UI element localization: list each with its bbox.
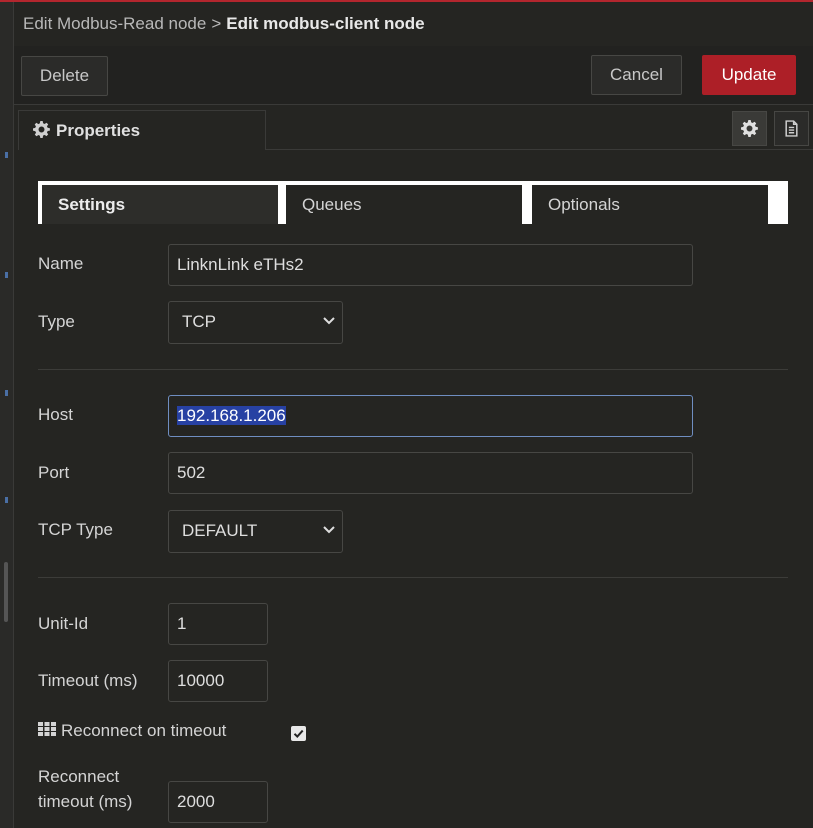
reconnect-timeout-label-line2: timeout (ms) — [38, 792, 133, 811]
breadcrumb: Edit Modbus-Read node > Edit modbus-client… — [23, 14, 425, 34]
timeout-label: Timeout (ms) — [38, 671, 138, 690]
breadcrumb-current: Edit modbus-client node — [226, 14, 425, 33]
reconnect-on-timeout-label: Reconnect on timeout — [61, 721, 227, 740]
gear-icon — [741, 120, 758, 137]
host-label: Host — [38, 405, 73, 424]
document-icon — [785, 120, 798, 137]
workspace-marker — [5, 272, 8, 278]
gear-icon — [33, 121, 50, 138]
workspace-marker — [5, 152, 8, 158]
tab-properties-label: Properties — [56, 121, 141, 140]
name-field[interactable]: LinknLink eTHs2 — [168, 244, 693, 286]
tcp-type-label: TCP Type — [38, 520, 113, 539]
workspace-marker — [5, 497, 8, 503]
reconnect-timeout-label-line1: Reconnect — [38, 767, 120, 786]
unit-id-field[interactable]: 1 — [168, 603, 268, 645]
reconnect-on-timeout-checkbox[interactable] — [291, 726, 306, 741]
tray-header: Edit Modbus-Read node > Edit modbus-client… — [14, 2, 813, 47]
type-select[interactable]: TCP — [168, 301, 343, 344]
tray-toolbar: Delete Cancel Update — [14, 46, 813, 105]
unit-id-label: Unit-Id — [38, 614, 89, 633]
checkmark-icon — [293, 729, 304, 739]
port-label: Port — [38, 463, 70, 482]
tcp-type-select[interactable]: DEFAULT — [168, 510, 343, 553]
update-button[interactable]: Update — [702, 55, 796, 95]
breadcrumb-separator: > — [211, 14, 222, 33]
description-tab-button[interactable] — [774, 111, 809, 146]
workspace-marker — [5, 390, 8, 396]
host-field[interactable]: 192.168.1.206 — [168, 395, 693, 437]
breadcrumb-parent[interactable]: Edit Modbus-Read node — [23, 14, 206, 33]
reconnect-timeout-field[interactable]: 2000 — [168, 781, 268, 823]
name-label: Name — [38, 254, 84, 273]
section-divider — [38, 369, 788, 370]
section-divider — [38, 577, 788, 578]
type-select-value: TCP — [182, 312, 216, 331]
tcp-type-select-value: DEFAULT — [182, 521, 258, 540]
host-field-value: 192.168.1.206 — [177, 406, 286, 425]
workspace-edge — [0, 2, 14, 828]
tab-queues[interactable]: Queues — [286, 185, 522, 224]
tab-optionals[interactable]: Optionals — [532, 185, 768, 224]
tab-properties[interactable]: Properties — [18, 110, 266, 150]
type-label: Type — [38, 312, 75, 331]
chevron-down-icon — [323, 526, 335, 534]
resize-handle[interactable] — [4, 562, 8, 622]
settings-subtabs: Settings Queues Optionals — [38, 181, 788, 224]
cancel-button[interactable]: Cancel — [591, 55, 682, 95]
timeout-field[interactable]: 10000 — [168, 660, 268, 702]
port-field[interactable]: 502 — [168, 452, 693, 494]
grid-icon — [38, 722, 56, 736]
tab-divider — [266, 149, 813, 150]
settings-tab-button[interactable] — [732, 111, 767, 146]
tab-settings[interactable]: Settings — [42, 185, 278, 224]
delete-button[interactable]: Delete — [21, 56, 108, 96]
chevron-down-icon — [323, 317, 335, 325]
